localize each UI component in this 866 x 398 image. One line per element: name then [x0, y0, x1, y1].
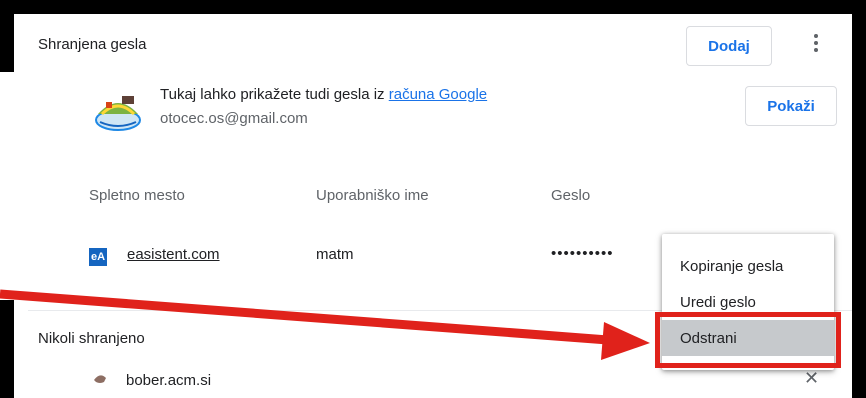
menu-item-edit-password[interactable]: Uredi geslo — [662, 284, 834, 320]
column-header-site: Spletno mesto — [89, 187, 185, 204]
menu-item-copy-password[interactable]: Kopiranje gesla — [662, 248, 834, 284]
saved-username: matm — [316, 246, 354, 263]
account-email: otocec.os@gmail.com — [160, 110, 308, 127]
column-header-username: Uporabniško ime — [316, 187, 429, 204]
account-info-prefix: Tukaj lahko prikažete tudi gesla iz — [160, 86, 389, 103]
annotation-border-left — [0, 0, 14, 72]
saved-passwords-title: Shranjena gesla — [38, 36, 147, 53]
show-passwords-button[interactable]: Pokaži — [745, 86, 837, 126]
annotation-border-top — [0, 0, 866, 14]
annotation-border-left-lower — [0, 300, 14, 398]
never-saved-site[interactable]: bober.acm.si — [126, 372, 211, 389]
column-header-password: Geslo — [551, 187, 591, 204]
add-password-button[interactable]: Dodaj — [686, 26, 772, 66]
account-info-text: Tukaj lahko prikažete tudi gesla iz raču… — [160, 86, 487, 103]
remove-never-saved-close-icon[interactable]: ✕ — [804, 368, 819, 389]
account-logo-icon — [95, 96, 141, 131]
saved-password: •••••••••• — [551, 245, 614, 262]
saved-site-link[interactable]: easistent.com — [127, 246, 220, 263]
more-actions-icon[interactable] — [806, 28, 826, 58]
google-account-link[interactable]: računa Google — [389, 86, 487, 103]
site-favicon-icon: eA — [89, 248, 107, 266]
never-site-favicon-icon — [94, 375, 106, 383]
menu-item-remove[interactable]: Odstrani — [662, 320, 834, 356]
never-saved-title: Nikoli shranjeno — [38, 330, 145, 347]
annotation-border-right — [852, 0, 866, 398]
password-context-menu: Kopiranje gesla Uredi geslo Odstrani — [662, 234, 834, 370]
